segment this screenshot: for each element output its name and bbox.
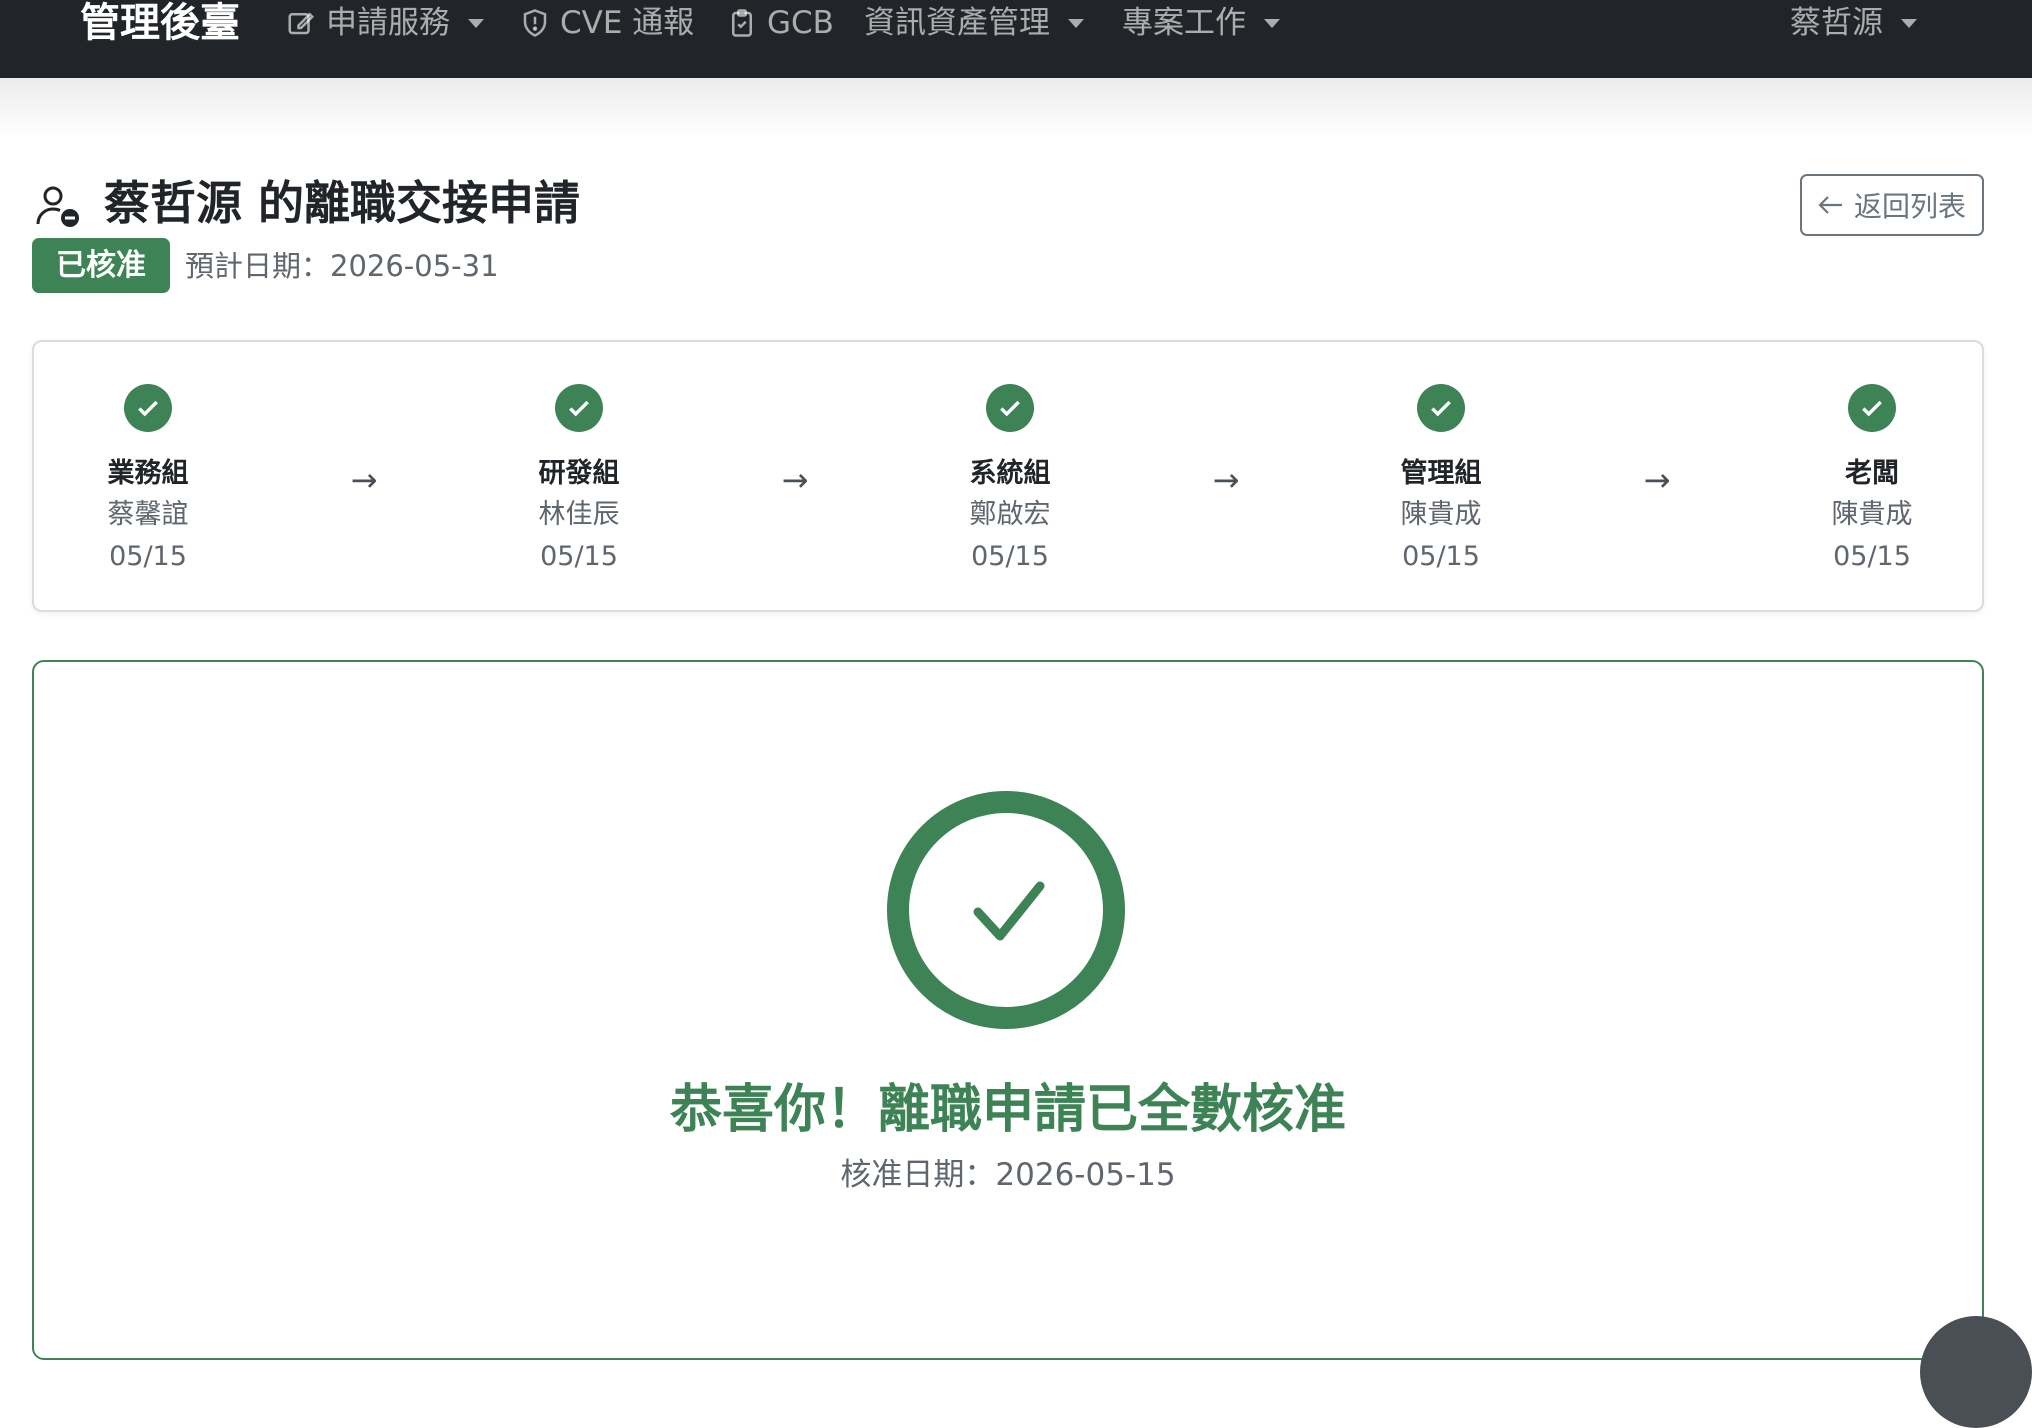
brand-logo-text[interactable]: 管理後臺 <box>80 0 240 46</box>
nav-project-work-label: 專案工作 <box>1122 5 1246 41</box>
nav-asset-management-label: 資訊資產管理 <box>864 5 1050 41</box>
chevron-down-icon <box>1068 18 1084 28</box>
chevron-down-icon <box>468 18 484 28</box>
step-approver: 蔡馨誼 <box>107 499 189 530</box>
person-remove-icon <box>34 182 82 230</box>
check-circle-icon <box>124 384 172 432</box>
step-department: 老闆 <box>1845 458 1899 489</box>
check-circle-icon <box>555 384 603 432</box>
step-date: 05/15 <box>1402 541 1480 572</box>
nav-gcb-label: GCB <box>767 5 834 41</box>
floating-action-button[interactable] <box>1920 1316 2032 1428</box>
step-item: 系統組 鄭啟宏 05/15 <box>900 342 1120 578</box>
navbar-shadow <box>0 78 2032 138</box>
step-arrow-icon: → <box>1643 461 1671 499</box>
check-circle-icon <box>1848 384 1896 432</box>
nav-asset-management[interactable]: 資訊資產管理 <box>864 0 1084 46</box>
step-approver: 鄭啟宏 <box>969 499 1051 530</box>
nav-cve-report[interactable]: CVE 通報 <box>520 0 694 46</box>
success-message: 恭喜你！離職申請已全數核准 <box>669 1080 1346 1140</box>
nav-gcb[interactable]: GCB <box>727 0 834 46</box>
edit-icon <box>286 8 316 38</box>
step-department: 業務組 <box>107 458 189 489</box>
step-department: 系統組 <box>969 458 1051 489</box>
step-arrow-icon: → <box>350 461 378 499</box>
step-approver: 陳貴成 <box>1400 499 1482 530</box>
nav-project-work[interactable]: 專案工作 <box>1122 0 1280 46</box>
chevron-down-icon <box>1264 18 1280 28</box>
nav-user-menu[interactable]: 蔡哲源 <box>1790 0 1917 46</box>
step-date: 05/15 <box>540 541 618 572</box>
step-arrow-icon: → <box>781 461 809 499</box>
clipboard-check-icon <box>727 8 757 38</box>
step-approver: 林佳辰 <box>538 499 620 530</box>
large-check-circle-icon <box>886 790 1126 1030</box>
page-title: 蔡哲源 的離職交接申請 <box>104 176 581 230</box>
step-item: 管理組 陳貴成 05/15 <box>1331 342 1551 578</box>
approval-stepper-card: 業務組 蔡馨誼 05/15 → 研發組 林佳辰 05/15 → 系統組 鄭啟宏 … <box>32 340 1984 612</box>
top-navbar: 管理後臺 申請服務 CVE 通報 GCB 資訊資產管理 專案工作 蔡哲源 <box>0 0 2032 78</box>
step-department: 研發組 <box>538 458 620 489</box>
check-circle-icon <box>1417 384 1465 432</box>
arrow-left-icon <box>1818 189 1844 222</box>
step-department: 管理組 <box>1400 458 1482 489</box>
step-date: 05/15 <box>971 541 1049 572</box>
step-approver: 陳貴成 <box>1831 499 1913 530</box>
check-circle-icon <box>986 384 1034 432</box>
nav-apply-services-label: 申請服務 <box>326 5 450 41</box>
nav-user-name: 蔡哲源 <box>1790 5 1883 41</box>
back-to-list-label: 返回列表 <box>1853 190 1966 223</box>
nav-apply-services[interactable]: 申請服務 <box>286 0 484 46</box>
step-arrow-icon: → <box>1212 461 1240 499</box>
step-item: 研發組 林佳辰 05/15 <box>469 342 689 578</box>
step-date: 05/15 <box>109 541 187 572</box>
status-badge: 已核准 <box>32 238 170 293</box>
approved-date: 核准日期：2026-05-15 <box>840 1157 1176 1193</box>
expected-date: 預計日期：2026-05-31 <box>185 249 499 283</box>
shield-alert-icon <box>520 8 550 38</box>
back-to-list-button[interactable]: 返回列表 <box>1800 174 1984 236</box>
step-item: 老闆 陳貴成 05/15 <box>1762 342 1982 578</box>
chevron-down-icon <box>1901 18 1917 28</box>
step-item: 業務組 蔡馨誼 05/15 <box>38 342 258 578</box>
nav-cve-report-label: CVE 通報 <box>560 5 695 41</box>
step-date: 05/15 <box>1833 541 1911 572</box>
